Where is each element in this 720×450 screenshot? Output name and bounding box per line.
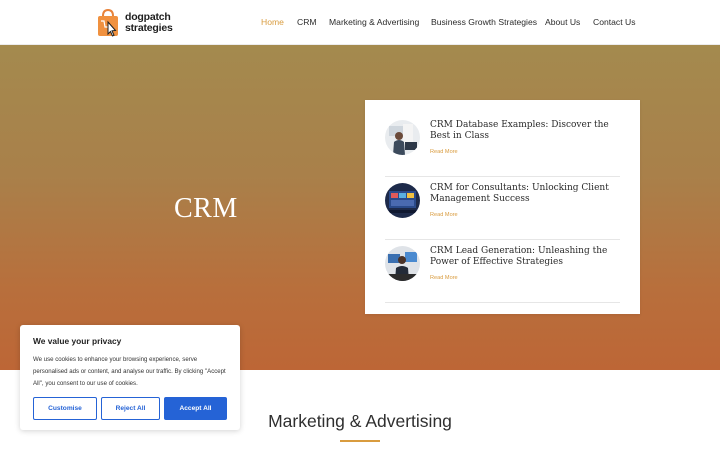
accept-all-button[interactable]: Accept All — [164, 397, 227, 420]
section-heading-underline — [340, 440, 380, 442]
nav-item-contact-us[interactable]: Contact Us — [593, 17, 636, 27]
read-more-link[interactable]: Read More — [430, 149, 458, 155]
person-at-computer-thumbnail-icon — [385, 120, 420, 155]
hero-title: CRM — [174, 193, 238, 224]
cookie-description: We use cookies to enhance your browsing … — [33, 356, 226, 387]
person-at-monitors-thumbnail-icon — [385, 246, 420, 281]
recent-posts-card: CRM Database Examples: Discover the Best… — [365, 100, 640, 314]
nav-item-crm[interactable]: CRM — [297, 17, 317, 27]
read-more-link[interactable]: Read More — [430, 275, 458, 281]
nav-item-about-us[interactable]: About Us — [545, 17, 580, 27]
nav-item-marketing-advertising[interactable]: Marketing & Advertising — [329, 17, 419, 27]
post-item[interactable]: CRM Database Examples: Discover the Best… — [385, 114, 620, 177]
nav-item-home[interactable]: Home — [261, 17, 284, 27]
post-thumbnail[interactable] — [385, 183, 420, 218]
reject-all-button[interactable]: Reject All — [101, 397, 160, 420]
cookie-title: We value your privacy — [33, 336, 122, 346]
post-title[interactable]: CRM Database Examples: Discover the Best… — [430, 120, 625, 142]
post-title[interactable]: CRM for Consultants: Unlocking Client Ma… — [430, 183, 625, 205]
read-more-link[interactable]: Read More — [430, 212, 458, 218]
post-item[interactable]: CRM Lead Generation: Unleashing the Powe… — [385, 240, 620, 303]
dashboard-screen-thumbnail-icon — [385, 183, 420, 218]
post-title[interactable]: CRM Lead Generation: Unleashing the Powe… — [430, 246, 625, 268]
nav-item-business-growth-strategies[interactable]: Business Growth Strategies — [431, 17, 537, 27]
hero-section: CRM CRM Database Examples: Discover the … — [0, 45, 720, 370]
cookie-consent-banner: We value your privacy We use cookies to … — [20, 325, 240, 430]
post-item[interactable]: CRM for Consultants: Unlocking Client Ma… — [385, 177, 620, 240]
site-header: dogpatch strategies Home CRM Marketing &… — [0, 0, 720, 45]
main-nav: Home CRM Marketing & Advertising Busines… — [0, 17, 720, 31]
post-thumbnail[interactable] — [385, 120, 420, 155]
post-thumbnail[interactable] — [385, 246, 420, 281]
customise-button[interactable]: Customise — [33, 397, 97, 420]
